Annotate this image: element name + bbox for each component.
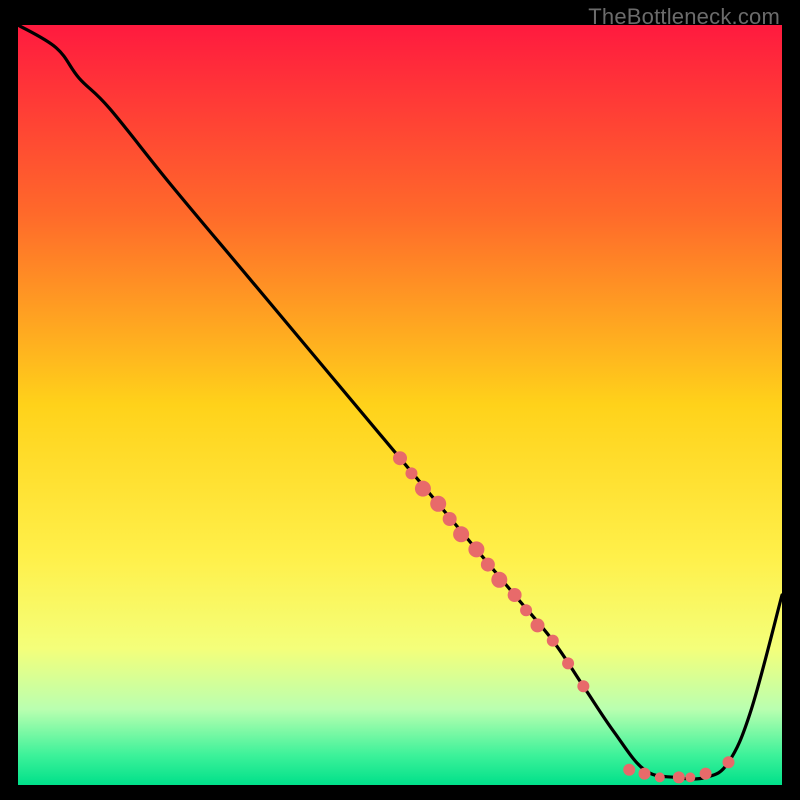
curve-marker: [700, 768, 712, 780]
curve-marker: [453, 526, 469, 542]
curve-marker: [655, 772, 665, 782]
curve-marker: [638, 768, 650, 780]
curve-marker: [491, 572, 507, 588]
curve-marker: [430, 496, 446, 512]
chart-svg: [18, 25, 782, 785]
curve-marker: [393, 451, 407, 465]
curve-marker: [685, 772, 695, 782]
curve-marker: [673, 771, 685, 783]
curve-marker: [623, 764, 635, 776]
curve-marker: [547, 635, 559, 647]
curve-marker: [577, 680, 589, 692]
curve-marker: [508, 588, 522, 602]
curve-marker: [520, 604, 532, 616]
curve-marker: [562, 657, 574, 669]
curve-marker: [415, 481, 431, 497]
curve-marker: [481, 558, 495, 572]
curve-marker: [531, 618, 545, 632]
curve-marker: [443, 512, 457, 526]
curve-marker: [405, 467, 417, 479]
chart-plot-area: [18, 25, 782, 785]
curve-marker: [468, 541, 484, 557]
curve-marker: [723, 756, 735, 768]
